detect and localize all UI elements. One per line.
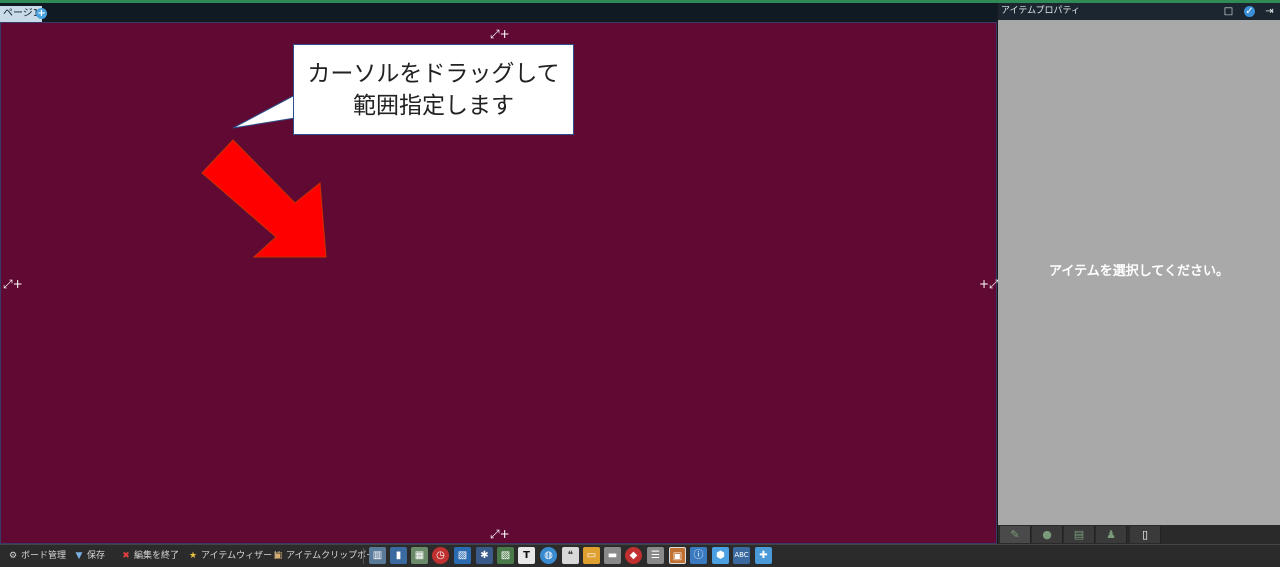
button-icon[interactable]: ▬ — [604, 547, 621, 564]
close-icon: ✖ — [122, 551, 130, 561]
clipboard-icon: ▣ — [273, 551, 283, 561]
exit-icon[interactable]: ⇥ — [1264, 6, 1275, 17]
shapes-icon[interactable]: ◆ — [625, 547, 642, 564]
info-icon[interactable]: ⓘ — [690, 547, 707, 564]
item-properties-panel: アイテムを選択してください。 — [998, 20, 1280, 525]
end-edit-button[interactable]: ✖ 編集を終了 — [121, 549, 179, 564]
document-icon[interactable]: ▯ — [1130, 526, 1161, 543]
folder-icon[interactable]: ▭ — [583, 547, 600, 564]
plugin-icon[interactable]: ✚ — [755, 547, 772, 564]
panel-tab-bar: ✎ ● ▤ ♟ ▯ — [998, 525, 1280, 544]
star-icon: ★ — [188, 551, 198, 561]
page-tab-bar: ページ1 + — [0, 3, 997, 22]
resize-top-icon[interactable]: ⤢+ — [490, 28, 510, 40]
user-icon[interactable]: ♟ — [1096, 526, 1127, 543]
item-clipboard-button[interactable]: ▣ アイテムクリップボード — [273, 549, 384, 564]
resize-bottom-icon[interactable]: ⤢+ — [490, 528, 510, 540]
bottom-toolbar: ⚙ ボード管理 ▼ 保存 ✖ 編集を終了 ★ アイテムウィザード ▣ アイテムクリップボー… — [0, 544, 1280, 567]
globe-icon[interactable]: ● — [1032, 526, 1063, 543]
image-icon[interactable]: ▧ — [454, 547, 471, 564]
pencil-icon[interactable]: ✎ — [1000, 526, 1031, 543]
table-icon[interactable]: ▦ — [411, 547, 428, 564]
empty-selection-message: アイテムを選択してください。 — [1049, 264, 1229, 279]
callout-text-box[interactable]: カーソルをドラッグして範囲指定します — [293, 44, 574, 135]
dashboard-icon[interactable]: ▣ — [669, 547, 686, 564]
save-button[interactable]: ▼ 保存 — [74, 549, 105, 564]
spellcheck-icon[interactable]: ABC — [733, 547, 750, 564]
clock-icon[interactable]: ◷ — [432, 547, 449, 564]
plus-circle-icon[interactable]: + — [36, 8, 47, 19]
cube-icon[interactable]: ⬢ — [712, 547, 729, 564]
item-wizard-button[interactable]: ★ アイテムウィザード — [188, 549, 281, 564]
gear-icon: ⚙ — [8, 551, 18, 561]
web-icon[interactable]: ◍ — [540, 547, 557, 564]
pin-icon[interactable]: ✓ — [1244, 6, 1255, 17]
toolbar-separator — [363, 548, 364, 564]
list-icon[interactable]: ☰ — [647, 547, 664, 564]
maximize-icon[interactable]: □ — [1223, 6, 1234, 17]
item-properties-header: アイテムプロパティ □ ✓ ⇥ — [998, 3, 1280, 20]
resize-left-icon[interactable]: ⤢+ — [3, 278, 23, 290]
bar-chart-icon[interactable]: ▮ — [390, 547, 407, 564]
board-manage-button[interactable]: ⚙ ボード管理 — [8, 549, 66, 564]
panel-title: アイテムプロパティ — [1001, 6, 1081, 16]
resize-right-icon[interactable]: +⤢ — [979, 278, 999, 290]
photo-icon[interactable]: ▨ — [497, 547, 514, 564]
chat-icon[interactable]: ❝ — [562, 547, 579, 564]
trash-icon: ▼ — [75, 551, 83, 561]
text-icon[interactable]: T — [518, 547, 535, 564]
database-icon[interactable]: ▤ — [1064, 526, 1095, 543]
callout-text: カーソルをドラッグして範囲指定します — [307, 60, 560, 119]
diagram-icon[interactable]: ✱ — [476, 547, 493, 564]
layout-icon[interactable]: ▥ — [369, 547, 386, 564]
